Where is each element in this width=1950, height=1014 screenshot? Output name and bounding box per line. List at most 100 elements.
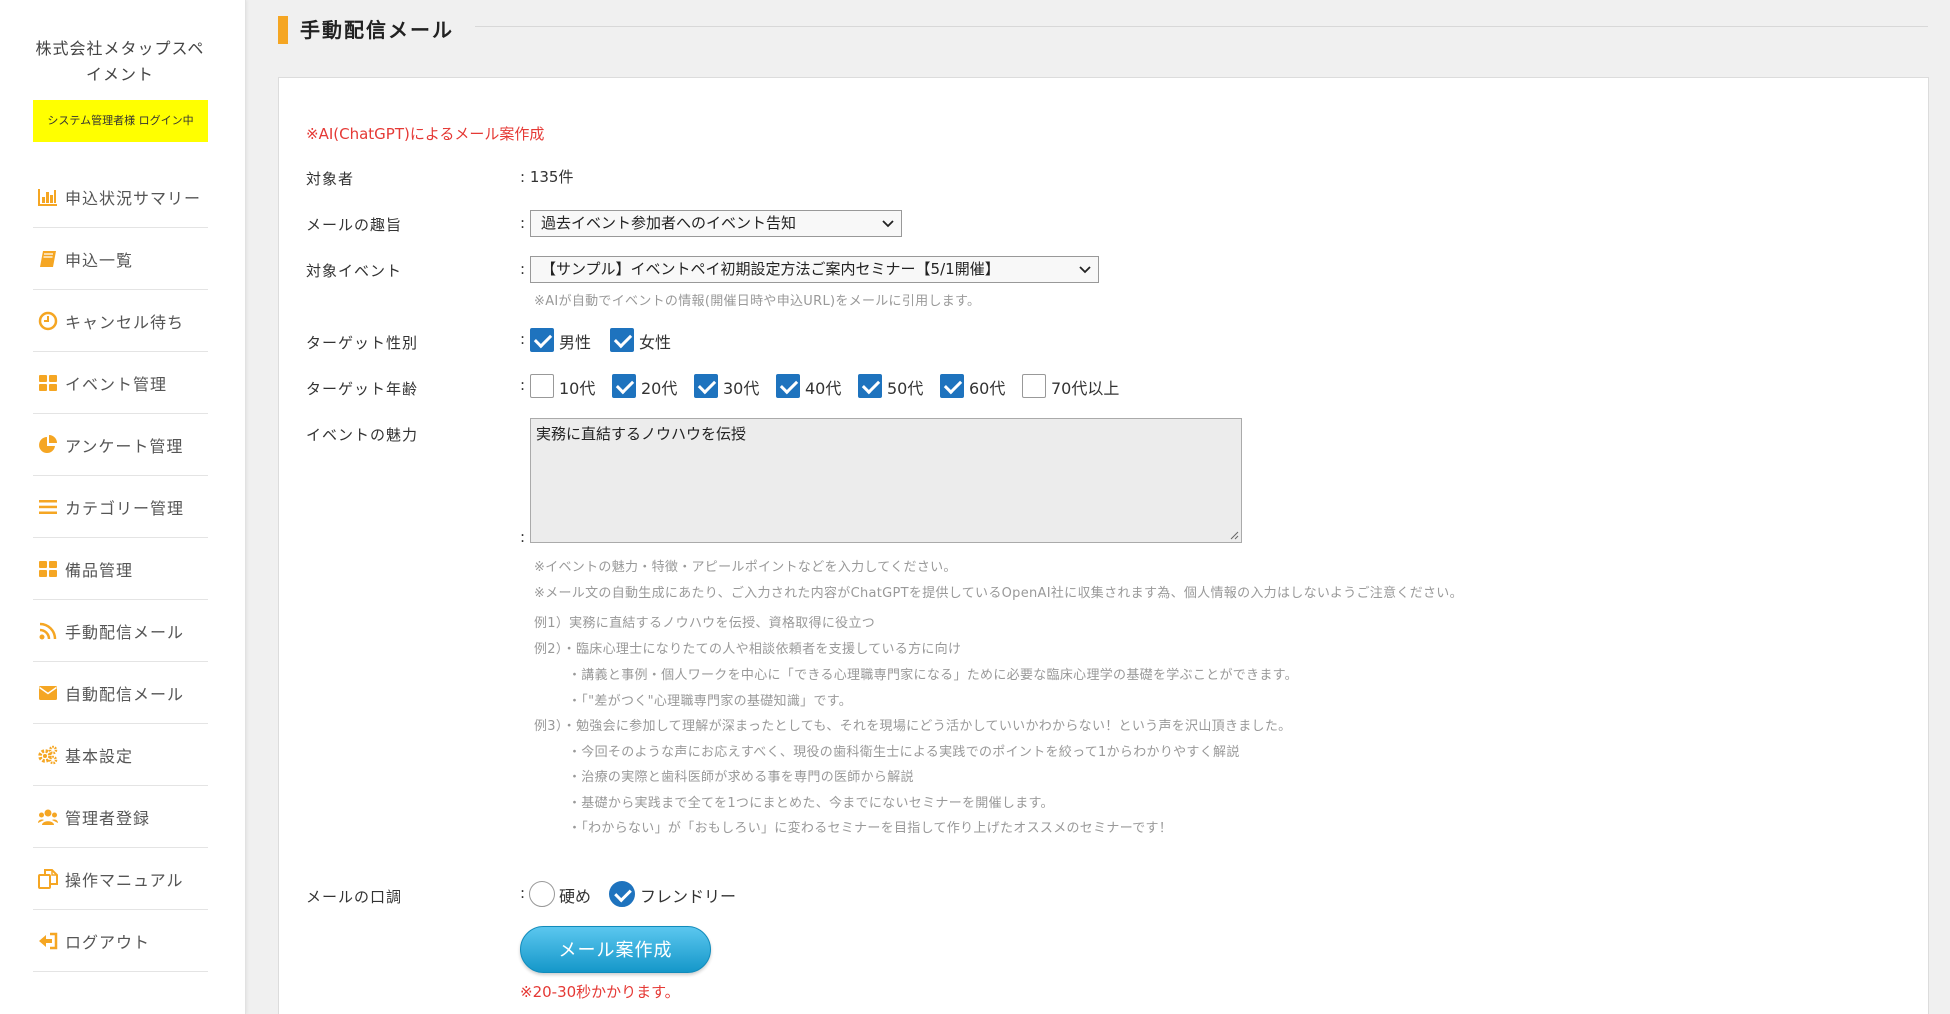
age-label: ターゲット年齢 — [306, 380, 419, 398]
age-60s-checkbox[interactable] — [940, 374, 964, 398]
event-label: 対象イベント — [306, 262, 403, 280]
create-mail-draft-button[interactable]: メール案作成 — [520, 926, 711, 973]
gender-male-label: 男性 — [559, 333, 592, 352]
age-30s-label: 30代 — [723, 379, 760, 398]
envelope-icon — [39, 685, 57, 700]
age-60s-label: 60代 — [969, 379, 1006, 398]
appeal-textarea[interactable]: 実務に直結するノウハウを伝授 — [530, 418, 1242, 543]
appeal-example: ・「わからない」が「おもしろい」に変わるセミナーを目指して作り上げたオススメのセ… — [568, 821, 1173, 836]
sidebar-item-summary[interactable]: 申込状況サマリー — [33, 166, 208, 228]
appeal-note: ※メール文の自動生成にあたり、ご入力された内容がChatGPTを提供しているOp… — [534, 586, 1463, 601]
title-accent-bar — [278, 16, 288, 44]
gender-label: ターゲット性別 — [306, 334, 419, 352]
sidebar-item-label: 基本設定 — [65, 746, 134, 766]
age-10s-checkbox[interactable] — [530, 374, 554, 398]
colon: : — [520, 884, 526, 902]
appeal-example: ・基礎から実践まで全てを1つにまとめた、今までにないセミナーを開催します。 — [568, 796, 1054, 811]
sidebar-item-categories[interactable]: カテゴリー管理 — [33, 476, 208, 538]
sidebar-item-label: キャンセル待ち — [65, 312, 185, 332]
sidebar-item-manual[interactable]: 操作マニュアル — [33, 848, 208, 910]
sidebar-item-equipment[interactable]: 備品管理 — [33, 538, 208, 600]
sidebar-item-applications[interactable]: 申込一覧 — [33, 228, 208, 290]
age-20s-checkbox[interactable] — [612, 374, 636, 398]
book-icon — [40, 250, 56, 267]
purpose-select[interactable]: 過去イベント参加者へのイベント告知 — [530, 210, 902, 237]
sidebar-item-label: アンケート管理 — [65, 436, 184, 456]
sidebar-nav: 申込状況サマリー 申込一覧 キャンセル待ち イベント管理 アンケート管理 カテゴ… — [33, 166, 208, 972]
chevron-down-icon — [1079, 266, 1091, 274]
colon: : — [520, 260, 526, 278]
tone-label: メールの口調 — [306, 888, 403, 906]
age-70plus-label: 70代以上 — [1051, 379, 1120, 398]
sidebar-item-label: イベント管理 — [65, 374, 168, 394]
age-40s-label: 40代 — [805, 379, 842, 398]
sidebar-item-events[interactable]: イベント管理 — [33, 352, 208, 414]
age-70plus-checkbox[interactable] — [1022, 374, 1046, 398]
purpose-select-value: 過去イベント参加者へのイベント告知 — [541, 214, 797, 232]
event-note: ※AIが自動でイベントの情報(開催日時や申込URL)をメールに引用します。 — [534, 294, 981, 309]
ai-heading: ※AI(ChatGPT)によるメール案作成 — [306, 125, 545, 143]
form-panel — [278, 77, 1929, 1014]
clock-icon — [38, 311, 58, 330]
sidebar-item-waitlist[interactable]: キャンセル待ち — [33, 290, 208, 352]
pie-chart-icon — [39, 434, 57, 453]
appeal-example: 例1）実務に直結するノウハウを伝授、資格取得に役立つ — [534, 616, 876, 631]
tone-formal-label: 硬め — [559, 887, 592, 906]
company-name-line2: イメント — [85, 65, 154, 84]
sidebar-item-surveys[interactable]: アンケート管理 — [33, 414, 208, 476]
sidebar-item-label: カテゴリー管理 — [65, 498, 185, 518]
colon: : — [520, 330, 526, 348]
appeal-example: ・「"差がつく"心理職専門家の基礎知識」です。 — [568, 694, 853, 709]
appeal-example: 例2）・臨床心理士になりたての人や相談依頼者を支援している方に向け — [534, 642, 962, 657]
appeal-note: ※イベントの魅力・特徴・アピールポイントなどを入力してください。 — [534, 560, 957, 575]
gender-female-label: 女性 — [639, 333, 672, 352]
resize-grip-icon[interactable] — [1229, 530, 1239, 540]
age-10s-label: 10代 — [559, 379, 596, 398]
appeal-example: 例3）・勉強会に参加して理解が深まったとしても、それを現場にどう活かしていいかわ… — [534, 719, 1292, 734]
bar-chart-icon — [38, 188, 57, 206]
sidebar-item-label: 備品管理 — [65, 560, 134, 580]
target-label: 対象者 — [306, 170, 355, 188]
sidebar-item-auto-mail[interactable]: 自動配信メール — [33, 662, 208, 724]
appeal-example: ・治療の実際と歯科医師が求める事を専門の医師から解説 — [568, 770, 914, 785]
sidebar-item-settings[interactable]: 基本設定 — [33, 724, 208, 786]
company-name: 株式会社メタップスペ イメント — [20, 36, 220, 88]
title-divider — [475, 26, 1928, 27]
gears-icon — [38, 745, 58, 764]
appeal-label: イベントの魅力 — [306, 426, 419, 444]
appeal-example: ・講義と事例・個人ワークを中心に「できる心理職専門家になる」ために必要な臨床心理… — [568, 668, 1298, 683]
sidebar-item-label: 申込一覧 — [65, 250, 134, 270]
sidebar-item-label: ログアウト — [65, 932, 151, 952]
tone-friendly-radio[interactable] — [609, 881, 635, 907]
event-select-value: 【サンプル】イベントペイ初期設定方法ご案内セミナー【5/1開催】 — [541, 260, 1000, 278]
sign-out-icon — [39, 932, 58, 949]
appeal-example: ・今回そのような声にお応えすべく、現役の歯科衛生士による実践でのポイントを絞って… — [568, 745, 1240, 760]
time-note: ※20-30秒かかります。 — [520, 983, 680, 1001]
grid-icon — [39, 560, 57, 577]
sidebar-item-manual-mail[interactable]: 手動配信メール — [33, 600, 208, 662]
company-name-line1: 株式会社メタップスペ — [35, 39, 205, 58]
age-30s-checkbox[interactable] — [694, 374, 718, 398]
tone-friendly-label: フレンドリー — [640, 887, 737, 906]
login-status-badge: システム管理者様 ログイン中 — [33, 100, 208, 142]
colon: : — [520, 214, 526, 232]
users-icon — [38, 809, 58, 825]
tone-formal-radio[interactable] — [529, 881, 555, 907]
sidebar-item-admin-register[interactable]: 管理者登録 — [33, 786, 208, 848]
target-count: : 135件 — [520, 168, 574, 186]
colon: : — [520, 528, 526, 546]
event-select[interactable]: 【サンプル】イベントペイ初期設定方法ご案内セミナー【5/1開催】 — [530, 256, 1099, 283]
sidebar: 株式会社メタップスペ イメント システム管理者様 ログイン中 申込状況サマリー … — [0, 0, 246, 1014]
sidebar-item-label: 管理者登録 — [65, 808, 151, 828]
chevron-down-icon — [882, 220, 894, 228]
gender-female-checkbox[interactable] — [610, 328, 634, 352]
colon: : — [520, 376, 526, 394]
age-40s-checkbox[interactable] — [776, 374, 800, 398]
list-icon — [39, 499, 57, 514]
grid-icon — [39, 374, 57, 391]
sidebar-item-logout[interactable]: ログアウト — [33, 910, 208, 972]
copy-icon — [38, 868, 58, 889]
age-50s-checkbox[interactable] — [858, 374, 882, 398]
age-20s-label: 20代 — [641, 379, 678, 398]
gender-male-checkbox[interactable] — [530, 328, 554, 352]
